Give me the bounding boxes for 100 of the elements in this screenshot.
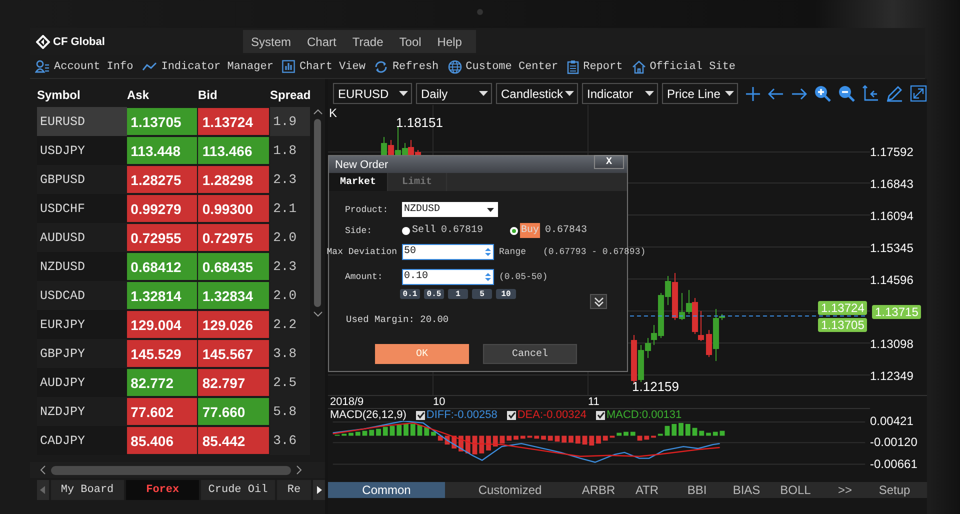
- price-axis-label: 1.14596: [870, 273, 914, 287]
- menu-item[interactable]: Tool: [399, 34, 422, 48]
- spread-cell: 2.3: [270, 165, 310, 194]
- legend-value: MACD:0.00131: [606, 409, 682, 421]
- spread-cell: 3.8: [270, 339, 310, 368]
- price-axis-label: 1.16843: [870, 177, 914, 191]
- dialog-button[interactable]: Cancel: [483, 344, 577, 364]
- amount-preset-button[interactable]: 0.5: [424, 289, 444, 299]
- product-dropdown[interactable]: NZDUSD: [402, 202, 498, 217]
- amount-preset-button[interactable]: 10: [496, 289, 516, 299]
- board-tab[interactable]: Re: [276, 480, 312, 500]
- indicator-axis-label: -0.00120: [870, 435, 918, 450]
- indicator-axis-label: -0.00661: [870, 456, 918, 471]
- deviation-field[interactable]: 50: [402, 244, 494, 260]
- toolbar-button[interactable]: Official Site: [632, 60, 736, 74]
- expand-icon[interactable]: [910, 85, 928, 102]
- checkbox[interactable]: [416, 410, 426, 420]
- indicator-tab[interactable]: Setup: [870, 482, 919, 498]
- camera-dot: [477, 9, 483, 15]
- ask-price-cell: 82.772: [126, 369, 198, 396]
- toolbar-button[interactable]: Report: [567, 60, 623, 74]
- series-label: K: [329, 106, 338, 120]
- zoom-in-icon[interactable]: [814, 85, 832, 102]
- horizontal-scrollbar[interactable]: [30, 462, 325, 478]
- menu-item[interactable]: Trade: [352, 34, 384, 48]
- toolbar-button[interactable]: Account Info: [35, 60, 134, 73]
- indicator-tab[interactable]: Customized: [445, 482, 575, 498]
- toolbar-button[interactable]: Custome Center: [448, 60, 558, 74]
- ask-price-cell: 0.99279: [126, 195, 198, 222]
- zoom-out-icon[interactable]: [838, 85, 856, 102]
- dialog-title: New Order: [335, 158, 388, 170]
- scroll-left-button[interactable]: [37, 480, 49, 500]
- price-axis-label: 1.17592: [870, 145, 914, 159]
- indicator-tab[interactable]: BIAS: [722, 482, 771, 498]
- high-price-label: 1.18151: [396, 115, 443, 130]
- indicator-tab[interactable]: BBI: [672, 482, 722, 498]
- indicator-tab[interactable]: Common: [328, 482, 445, 498]
- triangle-left-icon: [40, 486, 46, 494]
- indicator-tab[interactable]: BOLL: [771, 482, 820, 498]
- checkbox[interactable]: [507, 410, 516, 420]
- crosshair-icon[interactable]: [745, 86, 762, 102]
- board-tab[interactable]: My Board: [50, 480, 124, 500]
- board-tab[interactable]: Crude Oil: [201, 480, 275, 500]
- chart-dropdown[interactable]: Daily: [416, 83, 492, 104]
- ask-price-cell: 1.13705: [126, 108, 198, 135]
- expand-button[interactable]: [590, 294, 607, 309]
- arrow-left-icon[interactable]: [768, 88, 784, 100]
- indicator-tab[interactable]: ATR: [622, 482, 672, 498]
- toolbar-button[interactable]: Chart View: [282, 60, 366, 73]
- caret-icon: [645, 91, 654, 96]
- ask-price-cell: 1.28275: [126, 166, 198, 193]
- close-button[interactable]: X: [594, 155, 624, 169]
- chart-dropdown[interactable]: Indicator: [582, 83, 658, 104]
- scroll-right-button[interactable]: [313, 480, 325, 500]
- price-axis-label: 1.15345: [870, 241, 914, 255]
- spinner-arrows-icon[interactable]: [485, 272, 491, 282]
- amount-preset-button[interactable]: 5: [472, 289, 492, 299]
- menu-item[interactable]: Help: [437, 34, 462, 48]
- order-type-tab[interactable]: Market: [329, 173, 388, 191]
- time-axis-label: 11: [588, 396, 600, 408]
- caret-icon: [725, 91, 734, 96]
- axis-scale-icon[interactable]: [862, 85, 880, 102]
- caret-icon: [399, 91, 408, 96]
- amount-preset-button[interactable]: 1: [448, 289, 468, 299]
- used-margin-text: Used Margin: 20.00: [345, 313, 450, 327]
- bid-price-cell: 113.466: [198, 137, 270, 164]
- spread-cell: 5.8: [270, 397, 310, 426]
- indicator-tab[interactable]: >>: [820, 482, 870, 498]
- amount-preset-button[interactable]: 0.1: [400, 289, 420, 299]
- symbol-cell[interactable]: EURUSD: [37, 107, 127, 136]
- spread-cell: 1.9: [270, 107, 310, 136]
- menu-item[interactable]: System: [251, 34, 292, 48]
- ask-price-cell: 129.004: [126, 311, 198, 338]
- legend-value: DIFF:-0.00258: [426, 409, 498, 421]
- board-tab[interactable]: Forex: [126, 480, 200, 500]
- column-header: Spread: [270, 88, 310, 102]
- toolbar-button[interactable]: Refresh: [374, 60, 439, 74]
- time-axis-label: 10: [433, 396, 446, 408]
- last-price-tag: 1.13715: [872, 305, 922, 319]
- scrollbar-thumb[interactable]: [314, 119, 321, 307]
- chevron-right-icon: [296, 465, 302, 475]
- chart-dropdown[interactable]: Price Line: [662, 83, 738, 104]
- caret-icon: [487, 208, 494, 212]
- chart-dropdown[interactable]: EURUSD: [333, 83, 412, 104]
- chart-dropdown[interactable]: Candlestick: [496, 83, 578, 104]
- indicator-tab[interactable]: ARBR: [575, 482, 622, 498]
- pencil-icon[interactable]: [886, 85, 904, 102]
- globe-icon: [448, 60, 462, 74]
- side-price: 0.67819: [441, 225, 484, 236]
- toolbar-button[interactable]: Indicator Manager: [142, 60, 274, 72]
- field-label: Side:: [345, 226, 374, 236]
- spinner-arrows-icon[interactable]: [485, 246, 491, 256]
- scrollbar-thumb[interactable]: [51, 466, 291, 474]
- ask-price-cell: 113.448: [126, 137, 198, 164]
- amount-field[interactable]: 0.10: [402, 268, 494, 284]
- arrow-right-icon[interactable]: [791, 88, 808, 100]
- field-label: Amount:: [345, 272, 384, 282]
- menu-item[interactable]: Chart: [307, 34, 336, 48]
- checkbox[interactable]: [596, 410, 606, 420]
- side-radio[interactable]: Sell: [402, 225, 436, 236]
